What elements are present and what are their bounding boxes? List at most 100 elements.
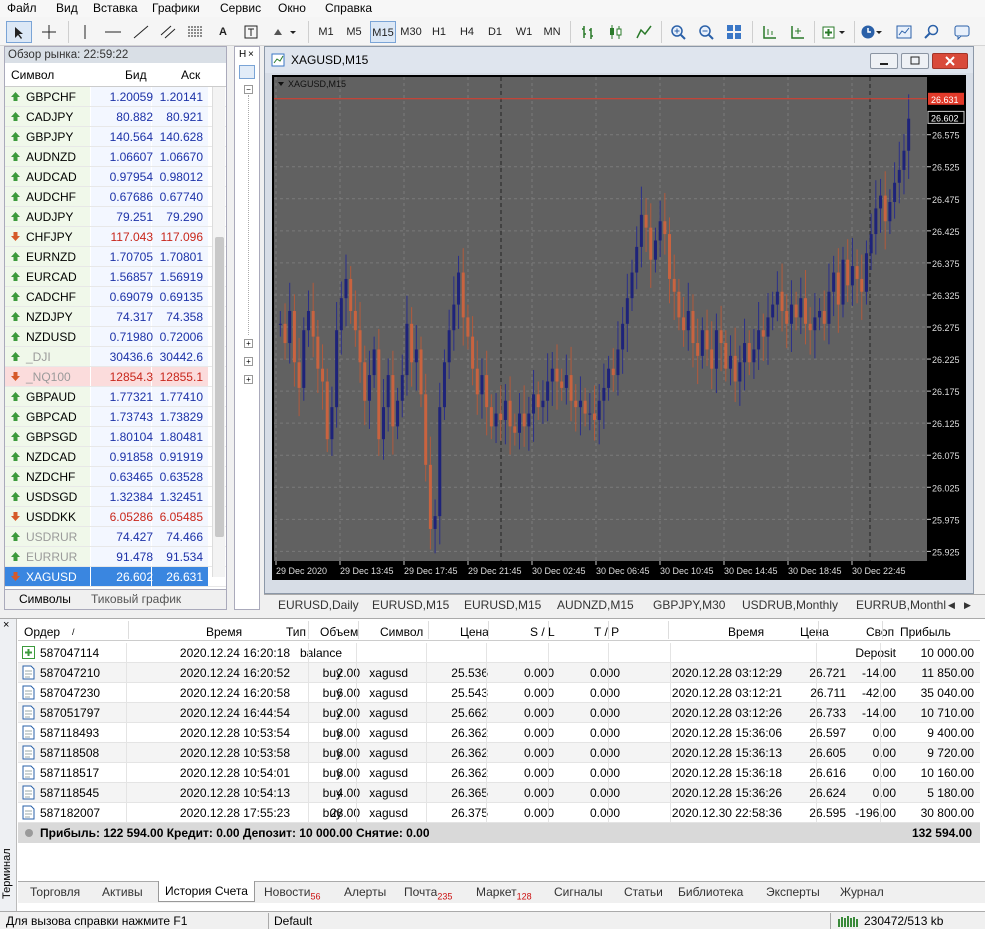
history-row[interactable]: 587182007 2020.12.28 17:55:23 buy 28.00 xagu… [18,803,980,823]
market-watch-row[interactable]: EURRUR 91.478 91.534 [5,547,226,567]
market-watch-row[interactable]: USDDKK 6.05286 6.05485 [5,507,226,527]
market-watch-row[interactable]: AUDNZD 1.06607 1.06670 [5,147,226,167]
column-header[interactable]: Цена [800,625,829,639]
terminal-tab[interactable]: Активы [102,885,143,899]
column-bid[interactable]: Бид [125,68,147,82]
menu-item[interactable]: Окно [278,1,306,15]
column-header[interactable]: Время [728,625,764,639]
history-row[interactable]: 587118493 2020.12.28 10:53:54 buy 8.00 xagus… [18,723,980,743]
crosshair-button[interactable] [36,21,62,43]
column-header[interactable]: T / P [594,625,619,639]
chart-tab[interactable]: EURUSD,Daily [278,598,359,612]
line-chart-button[interactable] [632,21,656,43]
tab-scroll-left-icon[interactable]: ◀ [948,600,955,611]
close-icon[interactable]: × [3,619,9,631]
market-watch-row[interactable]: AUDCAD 0.97954 0.98012 [5,167,226,187]
column-header[interactable]: Прибыль [900,625,951,639]
chart-tab[interactable]: AUDNZD,M15 [557,598,634,612]
autoscroll-button[interactable] [786,21,808,43]
market-watch-row[interactable]: AUDJPY 79.251 79.290 [5,207,226,227]
chart-window-titlebar[interactable]: XAGUSD,M15 [265,47,973,73]
column-header[interactable]: Цена [460,625,489,639]
candlestick-button[interactable] [604,21,628,43]
fibonacci-button[interactable] [184,21,206,43]
market-watch-row[interactable]: _DJI 30436.6 30442.6 [5,347,226,367]
market-watch-row[interactable]: CHFJPY 117.043 117.096 [5,227,226,247]
history-row[interactable]: 587118517 2020.12.28 10:54:01 buy 8.00 xagus… [18,763,980,783]
timeframe-m30[interactable]: M30 [398,21,424,43]
market-watch-row[interactable]: EURNZD 1.70705 1.70801 [5,247,226,267]
cursor-tool-button[interactable] [6,21,32,43]
timeframe-d1[interactable]: D1 [483,21,507,43]
text-label-button[interactable] [240,21,262,43]
terminal-tab[interactable]: Библиотека [678,885,743,899]
navigator-header-icon[interactable]: H [239,49,246,60]
market-watch-row[interactable]: GBPCAD 1.73743 1.73829 [5,407,226,427]
timeframe-w1[interactable]: W1 [511,21,537,43]
close-icon[interactable]: × [248,49,254,60]
expand-icon[interactable]: + [244,375,253,384]
history-row[interactable]: 587047210 2020.12.24 16:20:52 buy 2.00 xagus… [18,663,980,683]
column-ask[interactable]: Аск [181,68,200,82]
column-symbol[interactable]: Символ [11,68,54,82]
terminal-tab[interactable]: Алерты [344,885,386,899]
expand-icon[interactable]: + [244,339,253,348]
timeframe-m1[interactable]: M1 [314,21,338,43]
tile-windows-button[interactable] [722,21,746,43]
terminal-tab[interactable]: Эксперты [766,885,820,899]
tab-scroll-right-icon[interactable]: ▶ [964,600,971,611]
market-watch-row[interactable]: GBPSGD 1.80104 1.80481 [5,427,226,447]
menu-item[interactable]: Вставка [93,1,138,15]
scrollbar-thumb[interactable] [215,237,224,537]
terminal-tab[interactable]: Торговля [30,885,80,899]
minimize-button[interactable] [870,53,898,69]
trendline-button[interactable] [130,21,152,43]
menu-item[interactable]: Вид [56,1,78,15]
terminal-tab[interactable]: Статьи [624,885,663,899]
column-header[interactable]: Объем [320,625,358,639]
history-row[interactable]: 587047114 2020.12.24 16:20:18 balance Depos… [18,643,980,663]
market-watch-row[interactable]: USDRUR 74.427 74.466 [5,527,226,547]
market-watch-scrollbar[interactable] [212,87,225,577]
market-watch-row[interactable]: CADJPY 80.882 80.921 [5,107,226,127]
chart-area[interactable]: 26.575 26.525 26.475 26.425 26.375 26.325 26.2… [272,75,966,580]
bar-chart-button[interactable] [576,21,600,43]
timeframe-m5[interactable]: M5 [342,21,366,43]
chart-tab[interactable]: GBPJPY,M30 [653,598,725,612]
market-watch-row[interactable]: GBPAUD 1.77321 1.77410 [5,387,226,407]
search-button[interactable] [920,21,944,43]
shapes-dropdown-button[interactable] [268,21,302,43]
column-header[interactable]: Своп [866,625,894,639]
timeframe-h1[interactable]: H1 [427,21,451,43]
chart-tab[interactable]: EURUSD,M15 [372,598,449,612]
tab-symbols[interactable]: Символы [19,592,71,606]
close-button[interactable] [932,53,968,69]
zoom-in-button[interactable] [666,21,690,43]
terminal-tab[interactable]: Новости56 [264,885,320,901]
equidistant-channel-button[interactable] [157,21,179,43]
market-watch-row[interactable]: AUDCHF 0.67686 0.67740 [5,187,226,207]
timeframe-h4[interactable]: H4 [455,21,479,43]
vertical-line-button[interactable] [76,21,94,43]
history-row[interactable]: 587118508 2020.12.28 10:53:58 buy 8.00 xagus… [18,743,980,763]
column-header[interactable]: S / L [530,625,555,639]
terminal-tab[interactable]: Почта235 [404,885,452,901]
chart-shift-button[interactable] [758,21,780,43]
chart-tab[interactable]: EURUSD,M15 [464,598,541,612]
chart-tab[interactable]: EURRUB,Monthl [856,598,946,612]
zoom-out-button[interactable] [694,21,718,43]
menu-item[interactable]: Сервис [220,1,261,15]
menu-item[interactable]: Файл [7,1,37,15]
restore-button[interactable] [901,53,929,69]
terminal-tab[interactable]: Журнал [840,885,884,899]
market-watch-row[interactable]: GBPJPY 140.564 140.628 [5,127,226,147]
timeframe-m15[interactable]: M15 [370,21,396,43]
market-watch-row[interactable]: NZDCHF 0.63465 0.63528 [5,467,226,487]
periodicity-dropdown-button[interactable] [858,21,886,43]
templates-button[interactable] [892,21,916,43]
menu-item[interactable]: Графики [152,1,200,15]
terminal-tab[interactable]: Маркет128 [476,885,532,901]
market-watch-row[interactable]: _NQ100 12854.3 12855.1 [5,367,226,387]
market-watch-row[interactable]: NZDCAD 0.91858 0.91919 [5,447,226,467]
market-watch-row[interactable]: EURCAD 1.56857 1.56919 [5,267,226,287]
